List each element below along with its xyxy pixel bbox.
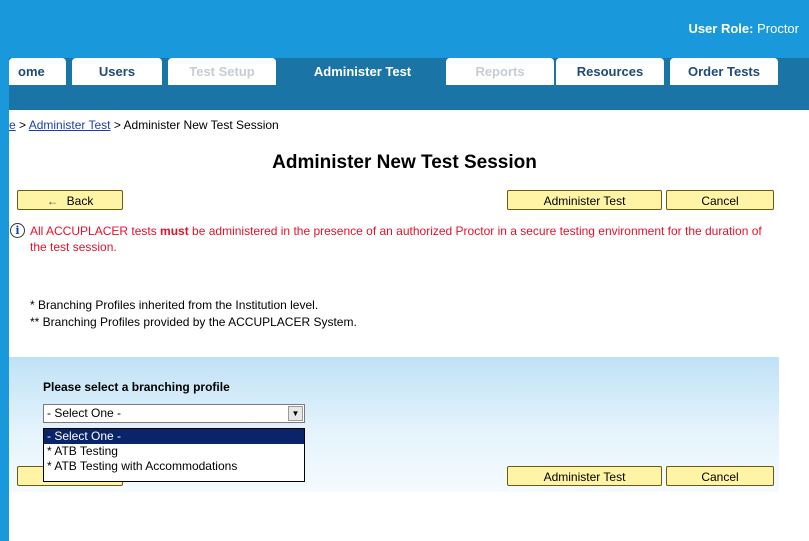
cancel-button[interactable]: Cancel — [666, 190, 774, 210]
administer-test-button[interactable]: Administer Test — [507, 190, 662, 210]
back-button-label: Back — [66, 194, 94, 208]
breadcrumb-home-link[interactable]: e — [9, 118, 16, 132]
breadcrumb-administer-test-link[interactable]: Administer Test — [29, 118, 111, 132]
left-edge-bar — [0, 0, 9, 541]
dropdown-option-atb-testing[interactable]: * ATB Testing — [44, 444, 304, 459]
tab-administer-test[interactable]: Administer Test — [285, 58, 440, 85]
breadcrumb: e > Administer Test > Administer New Tes… — [9, 118, 279, 132]
chevron-down-icon[interactable]: ▼ — [288, 406, 303, 421]
tab-test-setup[interactable]: Test Setup — [168, 58, 276, 85]
branching-profile-select[interactable]: - Select One - ▼ — [43, 404, 305, 423]
select-value: - Select One - — [47, 406, 122, 420]
tab-reports[interactable]: Reports — [446, 58, 554, 85]
dropdown-option-atb-accommodations[interactable]: * ATB Testing with Accommodations — [44, 459, 304, 474]
user-role-value: Proctor — [757, 21, 799, 36]
header-bar: User Role: Proctor — [9, 0, 809, 58]
back-arrow-icon: ← — [46, 194, 59, 208]
tab-home[interactable]: ome — [9, 58, 66, 85]
cancel-button-bottom[interactable]: Cancel — [666, 466, 774, 486]
dropdown-option-select-one[interactable]: - Select One - — [44, 429, 304, 444]
page-title: Administer New Test Session — [272, 152, 537, 173]
notice-emphasis: must — [160, 224, 189, 238]
tab-resources[interactable]: Resources — [556, 58, 664, 85]
tab-users[interactable]: Users — [72, 58, 162, 85]
breadcrumb-current: Administer New Test Session — [123, 118, 279, 132]
branching-profile-label: Please select a branching profile — [43, 380, 230, 394]
user-role-label: User Role: — [688, 21, 754, 36]
administer-test-button-bottom[interactable]: Administer Test — [507, 466, 662, 486]
footnote-institution: * Branching Profiles inherited from the … — [30, 298, 319, 312]
tab-order-tests[interactable]: Order Tests — [670, 58, 778, 85]
back-button[interactable]: ← Back — [17, 190, 123, 210]
branching-profile-dropdown[interactable]: - Select One - * ATB Testing * ATB Testi… — [43, 428, 305, 482]
info-icon: i — [10, 223, 25, 238]
breadcrumb-separator: > — [110, 118, 124, 132]
footnote-system: ** Branching Profiles provided by the AC… — [30, 315, 357, 329]
user-role: User Role: Proctor — [688, 21, 799, 36]
breadcrumb-separator: > — [15, 118, 29, 132]
notice-text-1: All ACCUPLACER tests — [30, 224, 161, 238]
proctor-notice: All ACCUPLACER tests must be administere… — [30, 223, 770, 255]
